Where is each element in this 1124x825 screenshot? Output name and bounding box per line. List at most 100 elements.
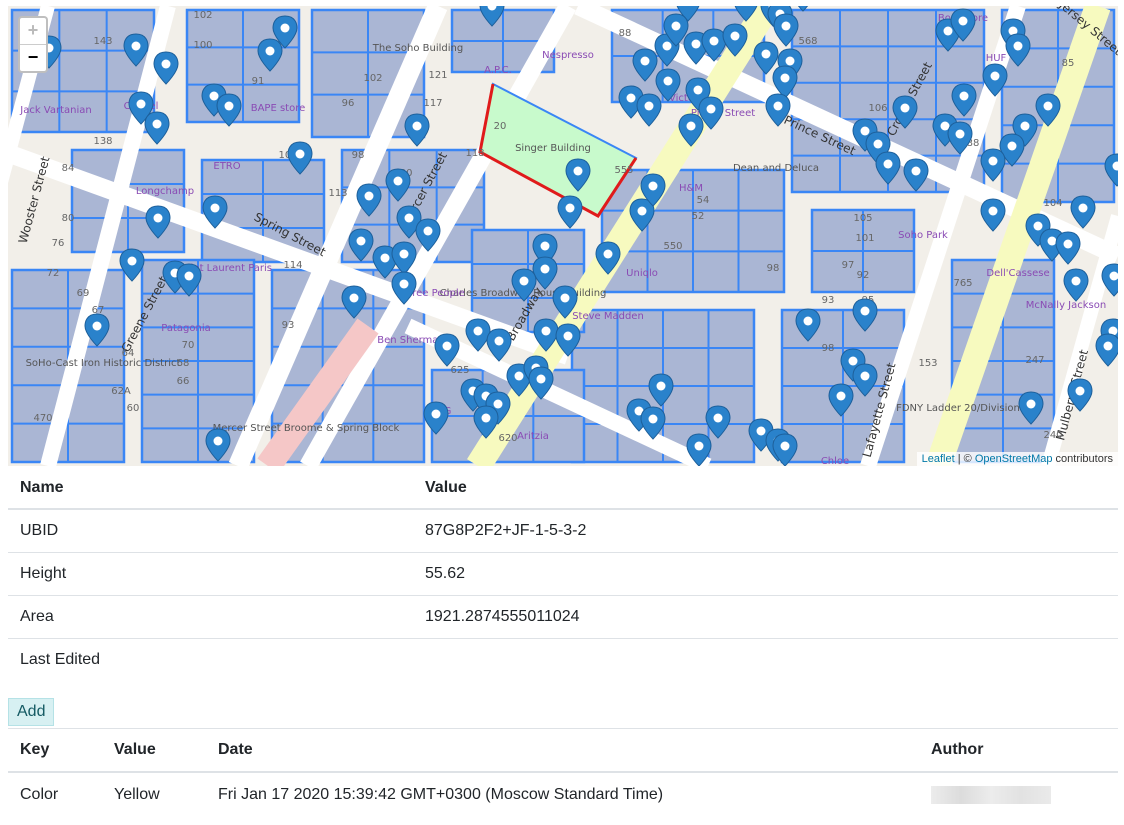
address-number: 76 — [52, 238, 65, 249]
place-label: Free People — [407, 288, 465, 299]
add-button[interactable]: Add — [8, 698, 55, 726]
address-number: 84 — [62, 163, 75, 174]
address-number: 98 — [767, 263, 780, 274]
author-avatar-redacted — [931, 785, 1051, 804]
place-label: FDNY Ladder 20/Division — [896, 403, 1020, 414]
place-label: Longchamp — [136, 186, 194, 197]
address-number: 54 — [697, 195, 710, 206]
address-number: 102 — [193, 10, 212, 21]
address-number: 92 — [857, 270, 870, 281]
property-name: Height — [8, 552, 413, 596]
date-column-header: Date — [206, 728, 919, 773]
place-label: BAPE store — [251, 103, 306, 114]
property-value: 1921.2874555011024 — [413, 595, 1118, 639]
table-row: Last Edited — [8, 639, 1118, 682]
address-number: 138 — [93, 136, 112, 147]
address-number: 69 — [77, 288, 90, 299]
place-label: Mercer Street Broome & Spring Block — [213, 423, 400, 434]
map-attribution: Leaflet | © OpenStreetMap contributors — [916, 452, 1118, 466]
address-number: 114 — [283, 260, 302, 271]
address-number: 118 — [465, 148, 484, 159]
author-column-header: Author — [919, 728, 1118, 773]
address-number: 97 — [842, 260, 855, 271]
place-label: ETRO — [213, 161, 240, 172]
address-number: 85 — [1062, 58, 1075, 69]
table-row: UBID 87G8P2F2+JF-1-5-3-2 — [8, 509, 1118, 553]
property-value — [413, 639, 1118, 682]
property-name: UBID — [8, 509, 413, 553]
address-number: 102 — [363, 73, 382, 84]
address-number: 550 — [663, 241, 682, 252]
address-number: 247 — [1025, 355, 1044, 366]
value-column-header: Value — [102, 728, 206, 773]
place-label: Singer Building — [515, 143, 591, 154]
address-number: 143 — [93, 36, 112, 47]
address-number: 91 — [252, 76, 265, 87]
map-view[interactable]: Spring StreetMercer StreetPrince StreetC… — [8, 6, 1118, 466]
name-column-header: Name — [8, 468, 413, 510]
property-value: 55.62 — [413, 552, 1118, 596]
address-number: 105 — [853, 213, 872, 224]
address-number: 101 — [855, 233, 874, 244]
osm-link[interactable]: OpenStreetMap — [975, 453, 1053, 465]
property-value: 87G8P2F2+JF-1-5-3-2 — [413, 509, 1118, 553]
edit-value: Yellow — [114, 786, 160, 803]
attribution-suffix: contributors — [1052, 453, 1113, 465]
address-number: 100 — [193, 40, 212, 51]
table-row: Area 1921.2874555011024 — [8, 595, 1118, 639]
place-label: Nespresso — [542, 50, 594, 61]
address-number: 98 — [352, 150, 365, 161]
place-label: Aritzia — [517, 431, 549, 442]
address-number: 555 — [614, 165, 633, 176]
address-number: 98 — [822, 343, 835, 354]
address-number: 765 — [953, 278, 972, 289]
building-properties-table: Name Value UBID 87G8P2F2+JF-1-5-3-2 Heig… — [8, 468, 1118, 681]
leaflet-link[interactable]: Leaflet — [922, 453, 955, 465]
address-number: 72 — [47, 268, 60, 279]
place-label: H&M — [679, 183, 703, 194]
place-label: Uniqlo — [626, 268, 658, 279]
place-label: McNally Jackson — [1026, 300, 1106, 311]
table-row: Color Yellow Fri Jan 17 2020 15:39:42 GM… — [8, 772, 1118, 817]
property-name: Area — [8, 595, 413, 639]
address-number: 64 — [122, 348, 135, 359]
attribution-separator: | © — [954, 453, 975, 465]
address-number: 60 — [127, 403, 140, 414]
address-number: 106 — [868, 103, 887, 114]
address-number: 620 — [498, 433, 517, 444]
key-column-header: Key — [8, 728, 102, 773]
edit-author — [919, 772, 1118, 817]
address-number: 93 — [282, 320, 295, 331]
address-number: 62A — [111, 386, 131, 397]
address-number: 68 — [177, 358, 190, 369]
address-number: 153 — [918, 358, 937, 369]
address-number: 104 — [1043, 198, 1062, 209]
address-number: 113 — [328, 188, 347, 199]
address-number: 96 — [342, 98, 355, 109]
address-number: 52 — [692, 211, 705, 222]
address-number: 121 — [428, 70, 447, 81]
address-number: 20 — [494, 121, 507, 132]
place-label: A.P.C. — [484, 65, 512, 76]
address-number: 117 — [423, 98, 442, 109]
map-canvas[interactable]: Spring StreetMercer StreetPrince StreetC… — [8, 6, 1118, 466]
address-number: 240 — [1043, 430, 1062, 441]
property-name: Last Edited — [20, 651, 101, 668]
place-label: Steve Madden — [572, 311, 644, 322]
place-label: Soho Park — [898, 230, 948, 241]
edit-key: Color — [20, 786, 59, 803]
place-label: HUF — [986, 53, 1007, 64]
place-label: Dell'Cassese — [986, 268, 1049, 279]
place-label: The Soho Building — [372, 43, 463, 54]
zoom-out-button[interactable]: − — [20, 45, 46, 71]
zoom-in-button[interactable]: + — [20, 18, 46, 45]
place-label: SoHo-Cast Iron Historic District — [26, 358, 181, 369]
place-label: Patagonia — [161, 323, 210, 334]
address-number: 93 — [822, 295, 835, 306]
address-number: 66 — [177, 376, 190, 387]
place-label: Jack Vartanian — [19, 105, 91, 116]
address-number: 470 — [33, 413, 52, 424]
table-row: Height 55.62 — [8, 552, 1118, 596]
edit-date: Fri Jan 17 2020 15:39:42 GMT+0300 (Mosco… — [218, 786, 664, 803]
address-number: 88 — [619, 28, 632, 39]
